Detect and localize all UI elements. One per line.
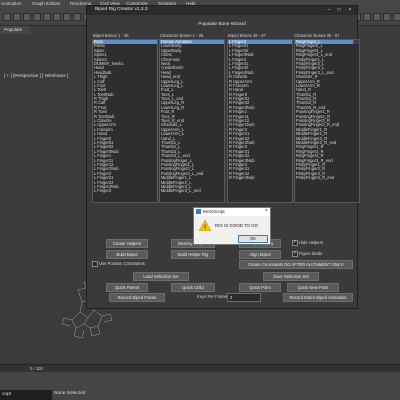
column-header: Character Bones 1 - 35	[160, 33, 204, 38]
message-box-title: MAXScript	[203, 209, 225, 214]
maxscript-listener-label[interactable]: cript	[0, 390, 52, 400]
list-item[interactable]: L Finger3	[93, 188, 157, 193]
use-position-constraints-checkbox[interactable]	[92, 261, 98, 267]
toolbar-tool-icon[interactable]	[3, 13, 11, 21]
quick-point-button[interactable]: Quick Point	[239, 283, 281, 292]
list-item[interactable]: PinkyFinger3_R_end	[295, 175, 359, 180]
list-item[interactable]: MiddleFinger3_L_end	[160, 188, 224, 193]
selection-status: None Selected	[54, 391, 86, 396]
ok-button[interactable]: OK	[238, 235, 268, 243]
biped-bones-1-35-list[interactable]: Root Pelvis Spine Spine1 Spine2 DUMMY_Neck1 He…	[92, 39, 158, 203]
use-position-constraints-label: Use Position Constraints	[99, 261, 145, 266]
dialog-titlebar[interactable]: Biped Rig Creator v1.3.3 – □ ×	[87, 6, 357, 15]
toolbar-tool-icon[interactable]	[73, 13, 81, 21]
figure-mode-checkbox[interactable]	[292, 250, 298, 257]
toolbar-tool-icon[interactable]	[23, 13, 31, 21]
build-biped-button[interactable]: Build Biped	[106, 250, 148, 259]
quick-parent-button[interactable]: Quick Parent	[106, 283, 148, 292]
viewport-label[interactable]: [ + ] [Perspective ] [ Wireframe ]	[4, 73, 68, 78]
populate-tab[interactable]: Populate	[0, 26, 30, 34]
toolbar-tool-icon[interactable]	[393, 13, 400, 21]
maxscript-message-box: MAXScript × ! RIG IS GOOD TO GO OK	[193, 207, 271, 245]
list-scrollbar[interactable]	[353, 40, 359, 45]
minimize-icon[interactable]: –	[325, 7, 333, 13]
message-box-titlebar[interactable]: MAXScript ×	[194, 208, 270, 216]
menu-item[interactable]: Graph Editors	[32, 1, 60, 6]
figure-mode-label: Figure Mode	[299, 251, 323, 256]
quick-new-point-button[interactable]: Quick New Point	[287, 283, 339, 292]
create-helpers-button[interactable]: Create Helpers	[106, 239, 148, 248]
populate-tab-label: Populate	[4, 27, 23, 32]
maximize-icon[interactable]: □	[335, 7, 343, 13]
create-constraints-button[interactable]: Create Constraints DO AFTER ALIGNMENT ON…	[239, 260, 353, 269]
toolbar-tool-icon[interactable]	[63, 13, 71, 21]
biped-bones-36-67-list[interactable]: L Finger3 L Finger31 L Finger32 L Finger3Nu…	[227, 39, 293, 203]
keys-per-frame-label: Keys Per Frame	[197, 294, 228, 299]
load-selection-set-button[interactable]: Load Selection Set	[133, 272, 189, 281]
populate-wizard-title: Populate Bone Wizard	[198, 22, 246, 27]
toolbar-tool-icon[interactable]	[363, 13, 371, 21]
character-bones-36-67-list[interactable]: RingFinger_L RingFinger2_L RingFinger3_L Ri…	[294, 39, 360, 203]
biped-rig-creator-dialog: Biped Rig Creator v1.3.3 – □ × Populate …	[86, 5, 360, 309]
build-helper-rig-button[interactable]: Build Helper Rig	[171, 250, 215, 259]
dialog-title: Biped Rig Creator v1.3.3	[95, 7, 148, 12]
record-biped-frame-button[interactable]: Record Biped Frame	[109, 293, 165, 302]
close-icon[interactable]: ×	[265, 208, 268, 214]
list-item[interactable]: R Finger4Nub	[228, 175, 292, 180]
keys-per-frame-spinner[interactable]: 2	[227, 293, 261, 302]
frame-counter: 0 / 100	[30, 366, 43, 371]
record-entire-animation-button[interactable]: Record Entire Biped Animation	[283, 293, 353, 302]
hide-helpers-label: Hide Helpers	[299, 240, 324, 245]
character-bones-1-35-list[interactable]: Human Armature LowerBody UpperBody Chest Che…	[159, 39, 225, 203]
quick-child-button[interactable]: Quick Child	[171, 283, 215, 292]
column-header: Biped Bones 1 - 35	[93, 33, 129, 38]
hide-helpers-checkbox[interactable]	[292, 239, 298, 246]
save-selection-set-button[interactable]: Save Selection Set	[263, 272, 319, 281]
align-biped-button[interactable]: Align Biped	[239, 250, 281, 259]
warning-icon: !	[199, 220, 211, 231]
close-icon[interactable]: ×	[346, 7, 354, 13]
maxscript-app-icon	[196, 209, 201, 214]
toolbar-tool-icon[interactable]	[373, 13, 381, 21]
message-text: RIG IS GOOD TO GO	[215, 223, 259, 228]
svg-text:!: !	[204, 224, 207, 232]
toolbar-tool-icon[interactable]	[33, 13, 41, 21]
toolbar-tool-icon[interactable]	[53, 13, 61, 21]
toolbar-tool-icon[interactable]	[383, 13, 391, 21]
menu-item[interactable]: Animation	[1, 1, 21, 6]
toolbar-tool-icon[interactable]	[43, 13, 51, 21]
toolbar-tool-icon[interactable]	[13, 13, 21, 21]
column-header: Biped Bones 36 - 67	[228, 33, 266, 38]
column-header: Character Bones 36 - 67	[294, 33, 340, 38]
